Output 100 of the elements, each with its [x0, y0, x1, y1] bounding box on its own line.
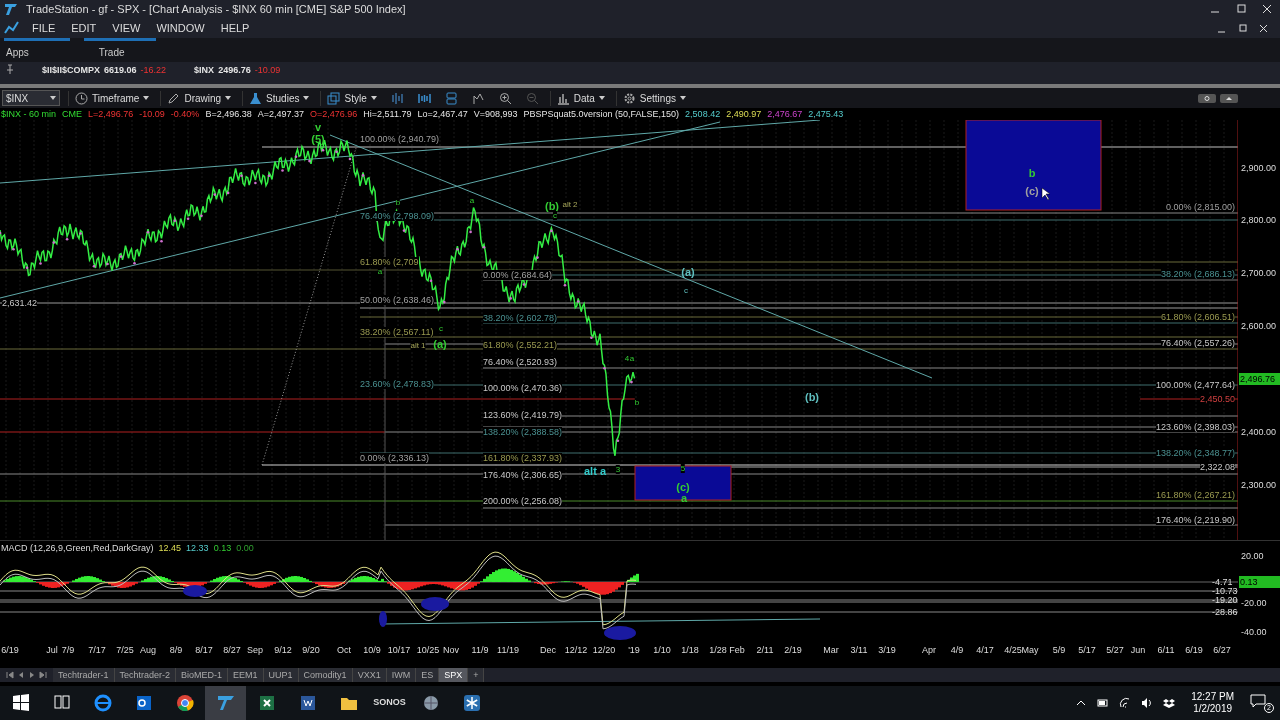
price-axis-label: 2,700.00 [1241, 268, 1277, 278]
sheet-tab[interactable]: EEM1 [228, 668, 264, 682]
wifi-icon[interactable] [1119, 697, 1132, 709]
status-value: A=2,497.37 [257, 109, 304, 119]
status-value: $INX - 60 min [1, 109, 57, 119]
indicator-axis-label: -19.20 [1212, 595, 1238, 605]
caret-icon [303, 96, 310, 100]
indicator-axis-label: -10.73 [1212, 586, 1238, 596]
date-axis-label: 3/19 [878, 645, 896, 655]
toolbar-button[interactable]: Drawing [160, 90, 235, 106]
wave-label: c [684, 286, 688, 295]
date-axis-label: '19 [628, 645, 640, 655]
toolbar-button[interactable]: Studies [242, 90, 313, 106]
layers-icon[interactable] [444, 91, 458, 105]
clock-time[interactable]: 12:27 PM [1191, 691, 1234, 703]
indicator-axis-label: -4.71 [1212, 577, 1233, 587]
collapse-icon[interactable] [1220, 93, 1238, 103]
sheet-tab[interactable]: SPX [439, 668, 469, 682]
level-label: 76.40% (2,520.93) [483, 357, 558, 367]
dropbox-icon[interactable] [1163, 697, 1176, 709]
status-value: O=2,476.96 [310, 109, 358, 119]
date-axis-label: 4/25 [1004, 645, 1022, 655]
date-axis-label: May [1021, 645, 1039, 655]
menu-item[interactable]: WINDOW [148, 19, 213, 37]
sheet-tab[interactable]: UUP1 [263, 668, 299, 682]
wave-label: (a) [681, 266, 695, 278]
level-label: 176.40% (2,219.90) [1155, 515, 1235, 525]
date-axis-label: 5/27 [1106, 645, 1124, 655]
wave-label: 5 [680, 464, 686, 473]
sheet-tab[interactable]: BioMED-1 [176, 668, 229, 682]
sheet-tab[interactable]: VXX1 [352, 668, 387, 682]
level-label: 0.00% (2,684.64) [483, 270, 553, 280]
taskbar-app-button[interactable]: SONOS [369, 686, 410, 720]
caret-icon [679, 96, 686, 100]
status-value: 2,476.67 [767, 109, 803, 119]
date-axis-label: 7/17 [88, 645, 106, 655]
zoom-out-icon[interactable] [525, 91, 539, 105]
app-logo-icon [4, 2, 18, 16]
toolbar-button[interactable]: Style [320, 90, 380, 106]
level-label: 0.00% (2,336.13) [360, 453, 430, 463]
status-value: 2,475.43 [808, 109, 844, 119]
toolbar-button[interactable]: Timeframe [68, 90, 153, 106]
last-sheet-icon[interactable] [39, 671, 47, 679]
menu-item[interactable]: EDIT [63, 19, 105, 37]
refresh-icon[interactable] [1198, 93, 1216, 103]
menu-item[interactable]: FILE [24, 19, 64, 37]
sheet-tab[interactable]: Techtrader-2 [114, 668, 177, 682]
sheet-tab[interactable]: + [468, 668, 485, 682]
toolbar-button[interactable]: Data [549, 90, 608, 106]
price-axis-label: 2,400.00 [1241, 427, 1277, 437]
level-label: 161.80% (2,337.93) [483, 453, 563, 463]
wave-label: a [469, 196, 475, 205]
price-axis-label: 2,300.00 [1241, 480, 1277, 490]
notification-icon[interactable] [1250, 693, 1266, 709]
wave-label: (c) [676, 481, 690, 493]
close-icon[interactable] [1259, 23, 1268, 33]
menu-item[interactable]: VIEW [104, 19, 149, 37]
price-axis-label: 2,800.00 [1241, 215, 1277, 225]
date-axis-label: 8/17 [195, 645, 213, 655]
level-label: 100.00% (2,470.36) [483, 383, 563, 393]
caret-icon [50, 96, 56, 100]
level-label: 23.60% (2,478.83) [360, 379, 435, 389]
date-axis-label: 10/17 [387, 645, 411, 655]
previous-sheet-icon[interactable] [17, 671, 25, 679]
sheet-tab[interactable]: Comodity1 [298, 668, 353, 682]
date-axis-label: 6/27 [1213, 645, 1231, 655]
date-axis-label: 4/9 [950, 645, 964, 655]
date-axis-label: 9/12 [274, 645, 292, 655]
first-sheet-icon[interactable] [6, 671, 14, 679]
sheet-tab[interactable]: IWM [386, 668, 417, 682]
workspace-tab[interactable]: Trade [98, 44, 125, 60]
toolbar-button[interactable]: Settings [615, 90, 689, 106]
date-axis-label: 6/11 [1157, 645, 1175, 655]
compress-bars-icon[interactable] [417, 91, 431, 105]
sheet-tab[interactable]: ES [416, 668, 440, 682]
clock-date[interactable]: 1/2/2019 [1193, 703, 1233, 715]
zoom-in-icon[interactable] [498, 91, 512, 105]
level-label: 61.80% (2,552.21) [483, 340, 558, 350]
wave-label: a [377, 267, 383, 276]
level-label: 38.20% (2,686.13) [1160, 269, 1235, 279]
indicator-value: 0.13 [213, 543, 232, 553]
caret-icon [370, 96, 377, 100]
level-label: 123.60% (2,419.79) [483, 410, 563, 420]
volume-icon[interactable] [1141, 697, 1154, 709]
workspace-tab[interactable]: Apps [6, 44, 29, 60]
pencil-icon [167, 91, 181, 105]
menu-item[interactable]: HELP [212, 19, 258, 37]
date-axis-label: 10/9 [363, 645, 381, 655]
indicator-value: 12.33 [186, 543, 209, 553]
battery-icon[interactable] [1097, 697, 1110, 709]
symbol-dropdown[interactable]: $INX [2, 90, 60, 106]
indicator-title: MACD (12,26,9,Green,Red,DarkGray) [1, 543, 154, 553]
wave-label: (a) [433, 338, 447, 350]
wave-label: (b) [805, 391, 819, 403]
spread-bars-icon[interactable] [390, 91, 404, 105]
sheet-tab[interactable]: Techtrader-1 [53, 668, 115, 682]
next-sheet-icon[interactable] [28, 671, 36, 679]
close-icon[interactable] [1262, 4, 1272, 14]
level-label: 38.20% (2,567.11) [360, 327, 434, 337]
status-value: -0.40% [170, 109, 200, 119]
